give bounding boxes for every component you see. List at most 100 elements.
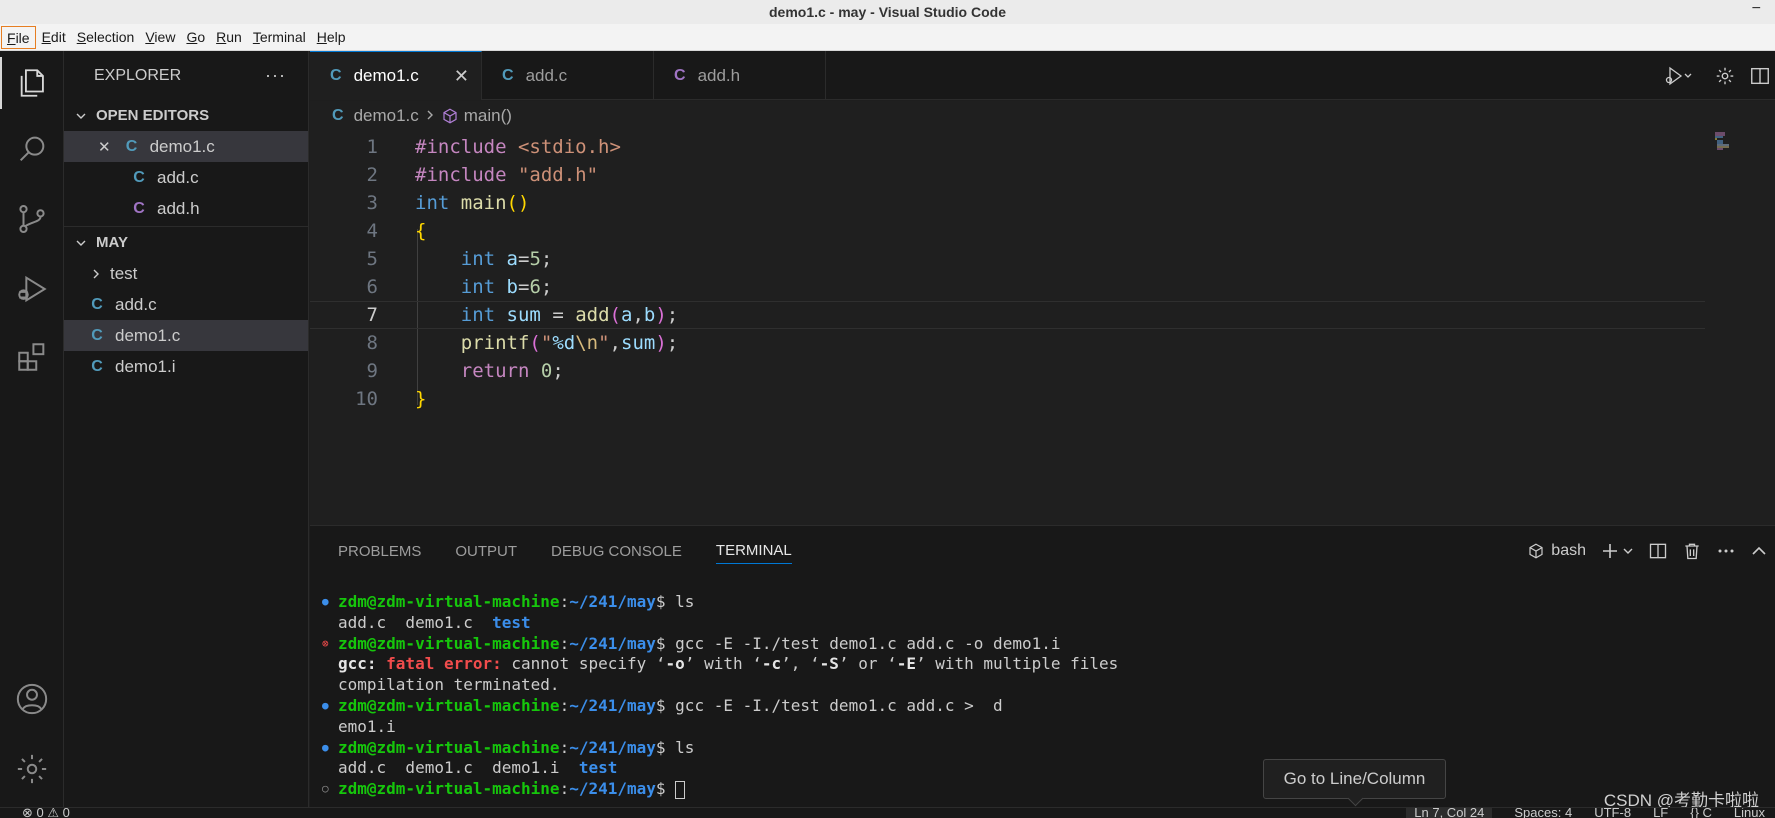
chevron-right-icon [90, 268, 102, 280]
open-editor-item-add-h[interactable]: C add.h [64, 193, 308, 224]
open-editor-item-demo1[interactable]: ✕ C demo1.c [64, 131, 308, 162]
tab-terminal[interactable]: TERMINAL [715, 538, 792, 564]
window-title: demo1.c - may - Visual Studio Code [768, 4, 1006, 20]
explorer-icon[interactable] [0, 57, 64, 109]
terminal-cursor [675, 780, 686, 799]
file-item-demo1-i[interactable]: C demo1.i [64, 351, 308, 382]
c-file-icon: C [91, 295, 103, 313]
menu-bar: File Edit Selection View Go Run Terminal… [0, 24, 1775, 51]
explorer-sidebar: EXPLORER ··· OPEN EDITORS ✕ C demo1.c C … [64, 51, 309, 807]
terminal-line: ● zdm@zdm-virtual-machine:~/241/may$ ls [322, 737, 695, 757]
breadcrumb-symbol[interactable]: main() [464, 106, 512, 126]
cursor-position-status[interactable]: Ln 7, Col 24 [1406, 808, 1493, 818]
code-line: 1 #include <stdio.h> [310, 133, 1705, 161]
c-file-icon: C [133, 168, 145, 186]
code-line: 8 printf("%d\n",sum); [310, 329, 1705, 357]
c-file-icon: C [332, 107, 344, 124]
file-label: demo1.i [115, 356, 176, 376]
indentation-status[interactable]: Spaces: 4 [1514, 808, 1572, 818]
c-file-icon: C [330, 67, 342, 84]
shell-name: bash [1551, 542, 1586, 559]
source-control-icon[interactable] [0, 193, 64, 245]
line-number: 8 [366, 332, 378, 354]
more-actions-icon[interactable] [1709, 526, 1743, 576]
tab-add-h[interactable]: C add.h [654, 51, 826, 100]
tab-debug-console[interactable]: DEBUG CONSOLE [551, 526, 682, 576]
file-item-demo1-c[interactable]: C demo1.c [64, 320, 308, 351]
split-terminal-icon[interactable] [1641, 526, 1675, 576]
menu-view[interactable]: View [140, 26, 180, 49]
terminal-line: compilation terminated. [338, 675, 560, 695]
window-title-bar: demo1.c - may - Visual Studio Code − [0, 0, 1775, 24]
line-number: 2 [366, 164, 378, 186]
minimize-icon[interactable]: − [1752, 0, 1761, 18]
file-label: add.c [115, 294, 157, 314]
settings-gear-icon[interactable] [0, 743, 64, 795]
breadcrumb-file[interactable]: demo1.c [354, 106, 419, 126]
eol-status[interactable]: LF [1653, 808, 1668, 818]
terminal-line: ○ zdm@zdm-virtual-machine:~/241/may$ [322, 779, 1118, 800]
account-icon[interactable] [0, 673, 64, 725]
cube-icon [441, 107, 459, 125]
problems-status[interactable]: ⊗ 0 ⚠ 0 [22, 808, 70, 818]
code-line: 10 } [310, 385, 1705, 413]
maximize-panel-icon[interactable] [1743, 526, 1775, 576]
terminal-line: ● zdm@zdm-virtual-machine:~/241/may$ ls [322, 592, 695, 611]
open-editor-label: add.c [157, 167, 199, 187]
breadcrumb: C demo1.c main() [310, 101, 1775, 131]
go-to-line-tooltip: Go to Line/Column [1263, 759, 1446, 799]
new-terminal-icon[interactable] [1593, 526, 1641, 576]
explorer-header: EXPLORER ··· [64, 51, 308, 100]
open-editor-label: add.h [157, 198, 200, 218]
more-actions-icon[interactable]: ··· [265, 65, 286, 86]
c-file-icon: C [125, 137, 138, 155]
terminal-output[interactable]: ● zdm@zdm-virtual-machine:~/241/may$ ls a… [322, 592, 1118, 800]
menu-selection[interactable]: Selection [72, 26, 140, 49]
menu-file[interactable]: File [1, 25, 36, 49]
folder-item-test[interactable]: test [64, 258, 308, 289]
c-file-icon: C [502, 66, 514, 84]
code-editor[interactable]: 1 #include <stdio.h> 2 #include "add.h" … [310, 131, 1775, 525]
tab-problems[interactable]: PROBLEMS [338, 526, 421, 576]
extensions-icon[interactable] [0, 331, 64, 383]
terminal-line: emo1.i [338, 716, 396, 736]
tab-demo1-c[interactable]: C demo1.c ✕ [310, 51, 482, 100]
split-editor-icon[interactable] [1745, 51, 1775, 100]
terminal-shell-selector[interactable]: bash [1520, 526, 1593, 576]
platform-status[interactable]: Linux [1734, 808, 1765, 818]
terminal-line: ● zdm@zdm-virtual-machine:~/241/may$ gcc … [322, 695, 1003, 715]
line-number: 4 [366, 220, 378, 242]
status-bar: ⊗ 0 ⚠ 0 Ln 7, Col 24 Spaces: 4 UTF-8 LF … [0, 807, 1775, 818]
search-icon[interactable] [0, 123, 64, 175]
tab-add-c[interactable]: C add.c [482, 51, 654, 100]
open-editor-item-add-c[interactable]: C add.c [64, 162, 308, 193]
settings-gear-icon[interactable] [1705, 51, 1745, 100]
chevron-down-icon [72, 237, 90, 249]
menu-run[interactable]: Run [211, 26, 247, 49]
menu-terminal[interactable]: Terminal [248, 26, 311, 49]
activity-bar [0, 51, 64, 807]
close-icon[interactable]: ✕ [98, 138, 111, 156]
run-file-icon[interactable] [1653, 51, 1705, 100]
panel-tabs: PROBLEMS OUTPUT DEBUG CONSOLE TERMINAL [338, 526, 826, 576]
menu-help[interactable]: Help [312, 26, 351, 49]
trash-icon[interactable] [1675, 526, 1709, 576]
tab-output[interactable]: OUTPUT [455, 526, 517, 576]
close-tab-icon[interactable]: ✕ [454, 66, 469, 87]
line-number: 6 [366, 276, 378, 298]
chevron-right-icon [425, 106, 435, 126]
terminal-line: add.c demo1.c demo1.i test [338, 758, 618, 778]
language-status[interactable]: {} C [1690, 808, 1712, 818]
open-editors-section[interactable]: OPEN EDITORS [64, 100, 308, 131]
open-editors-label: OPEN EDITORS [96, 107, 210, 124]
code-line: 3 int main() [310, 189, 1705, 217]
run-debug-icon[interactable] [0, 263, 64, 315]
minimap[interactable] [1713, 131, 1737, 151]
code-line-current: 7 int sum = add(a,b); [310, 301, 1705, 329]
file-item-add-c[interactable]: C add.c [64, 289, 308, 320]
workspace-section[interactable]: MAY [64, 227, 308, 258]
encoding-status[interactable]: UTF-8 [1594, 808, 1631, 818]
menu-go[interactable]: Go [181, 26, 210, 49]
terminal-line: gcc: fatal error: cannot specify ‘-o’ wi… [338, 654, 1119, 674]
menu-edit[interactable]: Edit [37, 26, 71, 49]
